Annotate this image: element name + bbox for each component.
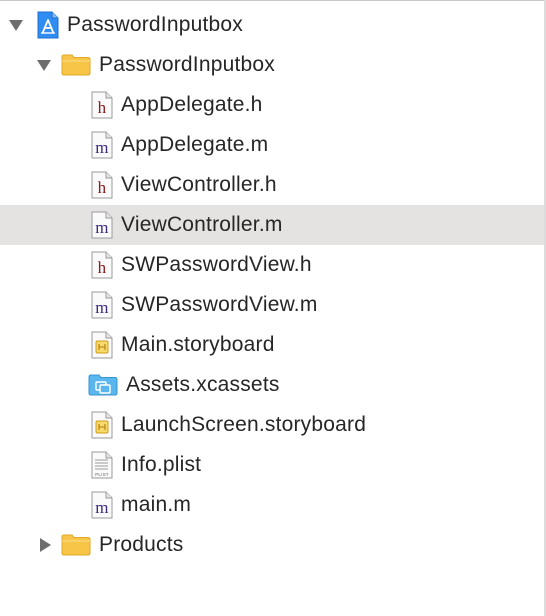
svg-text:h: h bbox=[98, 258, 107, 277]
file-label: Main.storyboard bbox=[121, 333, 275, 356]
group-row[interactable]: PasswordInputbox bbox=[0, 45, 544, 85]
project-label: PasswordInputbox bbox=[67, 13, 243, 36]
group-label: PasswordInputbox bbox=[99, 53, 275, 76]
storyboard-file-icon bbox=[91, 411, 113, 439]
file-label: SWPasswordView.h bbox=[121, 253, 312, 276]
project-navigator: PasswordInputbox PasswordInputbox h AppD… bbox=[0, 5, 544, 565]
svg-text:m: m bbox=[95, 218, 108, 237]
header-file-icon: h bbox=[91, 171, 113, 199]
svg-text:m: m bbox=[95, 138, 108, 157]
file-row-swpasswordview-m[interactable]: m SWPasswordView.m bbox=[0, 285, 544, 325]
storyboard-file-icon bbox=[91, 331, 113, 359]
file-row-main-m[interactable]: m main.m bbox=[0, 485, 544, 525]
svg-text:m: m bbox=[95, 298, 108, 317]
file-label: SWPasswordView.m bbox=[121, 293, 318, 316]
file-row-assets[interactable]: Assets.xcassets bbox=[0, 365, 544, 405]
disclosure-expanded-icon[interactable] bbox=[34, 55, 54, 75]
top-divider bbox=[0, 0, 546, 1]
header-file-icon: h bbox=[91, 251, 113, 279]
implementation-file-icon: m bbox=[91, 491, 113, 519]
implementation-file-icon: m bbox=[91, 291, 113, 319]
xcode-project-icon bbox=[37, 11, 59, 39]
folder-icon bbox=[61, 54, 91, 76]
svg-text:h: h bbox=[98, 98, 107, 117]
project-row[interactable]: PasswordInputbox bbox=[0, 5, 544, 45]
file-row-launchscreen-storyboard[interactable]: LaunchScreen.storyboard bbox=[0, 405, 544, 445]
file-label: main.m bbox=[121, 493, 192, 516]
file-label: ViewController.h bbox=[121, 173, 277, 196]
file-label: LaunchScreen.storyboard bbox=[121, 413, 367, 436]
file-label: AppDelegate.h bbox=[121, 93, 263, 116]
products-row[interactable]: Products bbox=[0, 525, 544, 565]
file-row-viewcontroller-m[interactable]: m ViewController.m bbox=[0, 205, 544, 245]
file-row-swpasswordview-h[interactable]: h SWPasswordView.h bbox=[0, 245, 544, 285]
asset-catalog-icon bbox=[88, 374, 118, 396]
file-row-main-storyboard[interactable]: Main.storyboard bbox=[0, 325, 544, 365]
file-label: AppDelegate.m bbox=[121, 133, 269, 156]
products-label: Products bbox=[99, 533, 184, 556]
file-row-appdelegate-m[interactable]: m AppDelegate.m bbox=[0, 125, 544, 165]
disclosure-collapsed-icon[interactable] bbox=[35, 535, 55, 555]
disclosure-expanded-icon[interactable] bbox=[6, 15, 26, 35]
folder-icon bbox=[61, 534, 91, 556]
implementation-file-icon: m bbox=[91, 211, 113, 239]
svg-text:PLIST: PLIST bbox=[95, 472, 109, 477]
implementation-file-icon: m bbox=[91, 131, 113, 159]
file-label: Info.plist bbox=[121, 453, 202, 476]
svg-text:h: h bbox=[98, 178, 107, 197]
file-label: ViewController.m bbox=[121, 213, 283, 236]
file-row-appdelegate-h[interactable]: h AppDelegate.h bbox=[0, 85, 544, 125]
file-row-info-plist[interactable]: PLIST Info.plist bbox=[0, 445, 544, 485]
plist-file-icon: PLIST bbox=[91, 451, 113, 479]
svg-text:m: m bbox=[95, 498, 108, 517]
file-row-viewcontroller-h[interactable]: h ViewController.h bbox=[0, 165, 544, 205]
file-label: Assets.xcassets bbox=[126, 373, 280, 396]
header-file-icon: h bbox=[91, 91, 113, 119]
